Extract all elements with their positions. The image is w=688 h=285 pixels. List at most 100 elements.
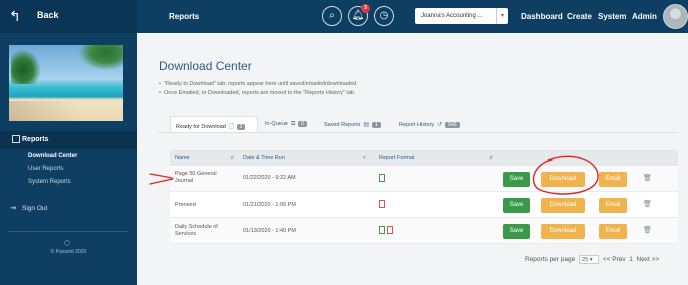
per-page-select[interactable]: 25 ▾ — [579, 255, 600, 264]
table-row: Page 50 General Journal 01/22/2020 - 9:2… — [170, 166, 678, 192]
tab-label: Saved Reports — [324, 122, 361, 128]
per-page-value: 25 — [582, 257, 589, 263]
trash-icon[interactable]: 🗑︎ — [643, 201, 652, 209]
sign-out-link[interactable]: ⇥ Sign Out — [10, 204, 47, 212]
nav-create[interactable]: Create — [567, 12, 592, 21]
sidebar-item-download-center[interactable]: Download Center — [28, 153, 77, 159]
save-button[interactable]: Save — [503, 224, 530, 239]
tab-count: 3 — [236, 124, 246, 130]
report-name-line-1: Daily Schedule of — [175, 224, 218, 230]
file-icon: 🗋 — [228, 124, 234, 130]
sidebar-divider — [8, 231, 128, 232]
report-name-line-2: Services — [175, 231, 197, 237]
table-header: Name ⇵ Date & Time Run ▾ Report Format ⇵ — [170, 150, 678, 166]
sidebar-section-label: Reports — [22, 136, 49, 143]
excel-file-icon[interactable] — [379, 174, 385, 182]
download-button[interactable]: Download — [541, 198, 585, 213]
report-date: 01/22/2020 - 9:22 AM — [243, 175, 296, 181]
current-page[interactable]: 1 — [629, 256, 633, 263]
tab-report-history[interactable]: Report History ↺ 543 — [399, 116, 460, 132]
nav-dashboard[interactable]: Dashboard — [521, 12, 563, 21]
sort-icon: ⇵ — [489, 155, 494, 161]
copyright: © Paxsent 2020 — [50, 249, 87, 255]
trash-icon[interactable]: 🗑︎ — [643, 227, 652, 235]
company-select[interactable]: Joanna's Accounting ... ▾ — [415, 8, 508, 24]
top-bar: Reports ⌕ 🔔︎ 3 ◷ Joanna's Accounting ...… — [137, 0, 688, 33]
tab-ready-for-download[interactable]: Ready for Download 🗋 3 — [170, 116, 258, 132]
excel-file-icon[interactable] — [379, 226, 385, 234]
sort-icon: ⇵ — [230, 155, 235, 161]
tab-label: Ready for Download — [176, 124, 226, 130]
paxsent-logo-icon: ◌ — [63, 237, 71, 249]
copy-icon: ⧉ — [290, 121, 296, 127]
per-page-label: Reports per page — [525, 256, 576, 264]
column-header-label: Date & Time Run — [243, 155, 285, 161]
tab-saved-reports[interactable]: Saved Reports ▤ 1 — [324, 116, 381, 132]
report-date: 01/13/2020 - 1:40 PM — [243, 228, 296, 234]
tab-label: Report History — [399, 122, 435, 128]
saved-icon: ▤ — [363, 122, 370, 128]
beach-shadow — [9, 101, 123, 121]
download-button[interactable]: Download — [541, 224, 585, 239]
tab-underline — [159, 132, 678, 133]
column-header-label: Report Format — [379, 155, 415, 161]
sidebar-item-system-reports[interactable]: System Reports — [28, 179, 71, 185]
report-name-line-2: Journal — [175, 178, 194, 184]
page-title-crumb: Reports — [169, 12, 200, 21]
sidebar-item-user-reports[interactable]: User Reports — [28, 166, 63, 172]
palm-leaves-right — [79, 45, 123, 70]
report-name: Preneed — [175, 202, 196, 208]
company-select-value: Joanna's Accounting ... — [421, 13, 483, 19]
sidebar-section-reports[interactable]: Reports — [0, 131, 137, 149]
nav-admin[interactable]: Admin — [632, 12, 657, 21]
tab-label: In-Queue — [265, 121, 288, 127]
email-button[interactable]: Email — [599, 224, 627, 239]
tab-count: 0 — [298, 121, 308, 127]
prev-page-link[interactable]: << Prev — [603, 256, 626, 263]
search-icon[interactable]: ⌕ — [322, 6, 342, 26]
palm-leaves — [11, 49, 41, 84]
column-header-date[interactable]: Date & Time Run ▾ — [243, 155, 366, 161]
report-name: Daily Schedule of Services — [175, 224, 218, 238]
save-button[interactable]: Save — [503, 198, 530, 213]
table-row: Daily Schedule of Services 01/13/2020 - … — [170, 218, 678, 244]
column-header-label: Name — [175, 155, 190, 161]
pdf-file-icon[interactable] — [379, 200, 385, 208]
info-line-2: Once Emailed, or Downloaded, reports are… — [159, 90, 354, 96]
next-page-link[interactable]: Next >> — [637, 256, 660, 263]
sign-out-icon: ⇥ — [10, 205, 16, 212]
email-button[interactable]: Email — [599, 172, 627, 187]
page-title: Download Center — [159, 59, 252, 73]
back-arrow-icon: ↰ — [9, 8, 21, 24]
nav-system[interactable]: System — [598, 12, 626, 21]
beach-image — [9, 45, 123, 121]
info-line-1: "Ready to Download" tab: reports appear … — [159, 81, 356, 87]
column-header-name[interactable]: Name ⇵ — [175, 155, 234, 161]
download-button[interactable]: Download — [541, 172, 585, 187]
tab-in-queue[interactable]: In-Queue ⧉ 0 — [265, 116, 308, 132]
sidebar: ↰ Back Reports Download Center User Repo… — [0, 0, 137, 285]
sign-out-label: Sign Out — [22, 205, 48, 212]
trash-icon[interactable]: 🗑︎ — [643, 175, 652, 183]
tab-count: 543 — [445, 122, 460, 128]
chevron-down-icon: ▾ — [496, 8, 508, 24]
email-button[interactable]: Email — [599, 198, 627, 213]
save-button[interactable]: Save — [503, 172, 530, 187]
tab-count: 1 — [372, 122, 381, 128]
notification-badge: 3 — [361, 4, 370, 13]
back-label: Back — [37, 10, 59, 20]
main-content: Download Center "Ready to Download" tab:… — [137, 33, 688, 285]
history-icon: ↺ — [437, 122, 443, 128]
report-name: Page 50 General Journal — [175, 171, 217, 185]
table-row: Preneed 01/21/2020 - 1:06 PM Save Downlo… — [170, 192, 678, 218]
avatar[interactable] — [663, 4, 688, 29]
reports-icon — [12, 135, 20, 143]
sort-desc-icon: ▾ — [363, 155, 366, 161]
pdf-file-icon[interactable] — [387, 226, 393, 234]
back-button[interactable]: ↰ Back — [0, 0, 137, 33]
report-date: 01/21/2020 - 1:06 PM — [243, 202, 296, 208]
column-header-format[interactable]: Report Format ⇵ — [379, 155, 493, 161]
clock-icon[interactable]: ◷ — [374, 6, 394, 26]
report-name-line-1: Page 50 General — [175, 171, 217, 177]
pagination: Reports per page 25 ▾ << Prev 1 Next >> — [525, 255, 659, 264]
